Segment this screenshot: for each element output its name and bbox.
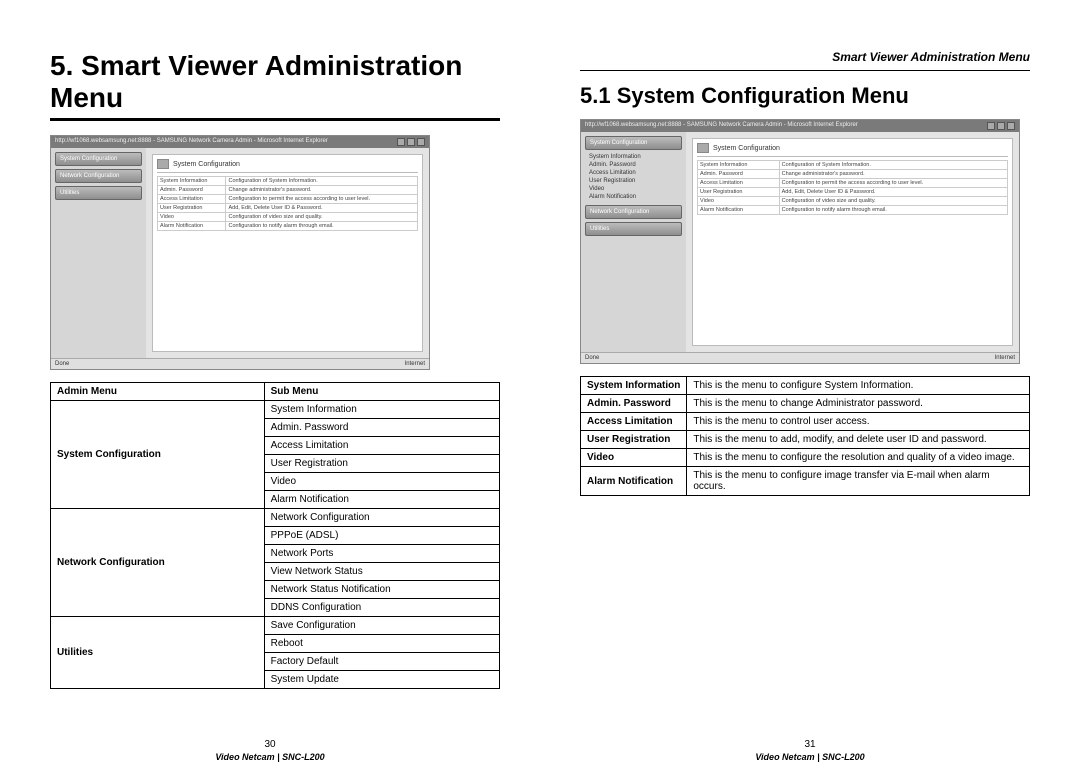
sidebar: System Configuration Network Configurati… [51, 148, 146, 358]
sidebar-sub-item[interactable]: System Information [587, 153, 682, 161]
sidebar-sub-item[interactable]: Alarm Notification [587, 193, 682, 201]
head-rule [580, 70, 1030, 71]
header-sub-menu: Sub Menu [264, 383, 499, 401]
window-titlebar: http://wf1068.websamsung.net:8888 - SAMS… [51, 136, 429, 148]
panel-title: System Configuration [157, 159, 418, 173]
sidebar: System Configuration System Information … [581, 132, 686, 352]
status-net: Internet [405, 361, 425, 367]
status-bar: Done Internet [51, 358, 429, 369]
title-rule [50, 118, 500, 121]
panel-title: System Configuration [697, 143, 1008, 157]
sidebar-sub-group: System Information Admin. Password Acces… [585, 153, 682, 201]
sidebar-sub-item[interactable]: User Registration [587, 177, 682, 185]
window-titlebar: http://wf1068.websamsung.net:8888 - SAMS… [581, 120, 1019, 132]
window-controls [987, 122, 1015, 130]
sidebar-sub-item[interactable]: Video [587, 185, 682, 193]
window-controls [397, 138, 425, 146]
sidebar-item-network-configuration[interactable]: Network Configuration [585, 205, 682, 219]
config-table: System InformationConfiguration of Syste… [157, 176, 418, 231]
sidebar-sub-item[interactable]: Access Limitation [587, 169, 682, 177]
group-utilities: Utilities [51, 617, 265, 689]
section-title: 5.1 System Configuration Menu [580, 83, 1030, 109]
description-table: System InformationThis is the menu to co… [580, 376, 1030, 496]
config-table: System InformationConfiguration of Syste… [697, 160, 1008, 215]
row-label: Access Limitation [581, 413, 687, 431]
row-desc: This is the menu to change Administrator… [687, 395, 1030, 413]
footer-right: 31 Video Netcam | SNC-L200 [540, 739, 1080, 762]
row-label: System Information [581, 377, 687, 395]
sidebar-item-system-configuration[interactable]: System Configuration [55, 152, 142, 166]
model-label: Video Netcam | SNC-L200 [540, 752, 1080, 762]
sidebar-item-utilities[interactable]: Utilities [585, 222, 682, 236]
status-done: Done [55, 361, 69, 367]
row-label: Video [581, 449, 687, 467]
sidebar-item-network-configuration[interactable]: Network Configuration [55, 169, 142, 183]
group-network-configuration: Network Configuration [51, 509, 265, 617]
screenshot-left: http://wf1068.websamsung.net:8888 - SAMS… [50, 135, 430, 370]
page-left: 5. Smart Viewer Administration Menu http… [0, 0, 540, 780]
page-number: 30 [0, 739, 540, 750]
window-title-text: http://wf1068.websamsung.net:8888 - SAMS… [585, 122, 858, 130]
main-panel: System Configuration System InformationC… [692, 138, 1013, 346]
status-bar: Done Internet [581, 352, 1019, 363]
window-title-text: http://wf1068.websamsung.net:8888 - SAMS… [55, 138, 328, 146]
panel-icon [697, 143, 709, 153]
row-label: User Registration [581, 431, 687, 449]
row-desc: This is the menu to configure image tran… [687, 467, 1030, 496]
panel-icon [157, 159, 169, 169]
page-title: 5. Smart Viewer Administration Menu [50, 50, 500, 114]
page-number: 31 [540, 739, 1080, 750]
group-system-configuration: System Configuration [51, 401, 265, 509]
status-net: Internet [995, 355, 1015, 361]
header-admin-menu: Admin Menu [51, 383, 265, 401]
sidebar-item-system-configuration[interactable]: System Configuration [585, 136, 682, 150]
row-label: Alarm Notification [581, 467, 687, 496]
row-desc: This is the menu to configure System Inf… [687, 377, 1030, 395]
screenshot-right: http://wf1068.websamsung.net:8888 - SAMS… [580, 119, 1020, 364]
sidebar-item-utilities[interactable]: Utilities [55, 186, 142, 200]
running-head: Smart Viewer Administration Menu [580, 50, 1030, 64]
row-desc: This is the menu to configure the resolu… [687, 449, 1030, 467]
sidebar-sub-item[interactable]: Admin. Password [587, 161, 682, 169]
model-label: Video Netcam | SNC-L200 [0, 752, 540, 762]
row-desc: This is the menu to control user access. [687, 413, 1030, 431]
status-done: Done [585, 355, 599, 361]
footer-left: 30 Video Netcam | SNC-L200 [0, 739, 540, 762]
table-header-row: Admin Menu Sub Menu [51, 383, 500, 401]
row-label: Admin. Password [581, 395, 687, 413]
row-desc: This is the menu to add, modify, and del… [687, 431, 1030, 449]
page-right: Smart Viewer Administration Menu 5.1 Sys… [540, 0, 1080, 780]
main-panel: System Configuration System InformationC… [152, 154, 423, 352]
admin-menu-table: Admin Menu Sub Menu System Configuration… [50, 382, 500, 689]
